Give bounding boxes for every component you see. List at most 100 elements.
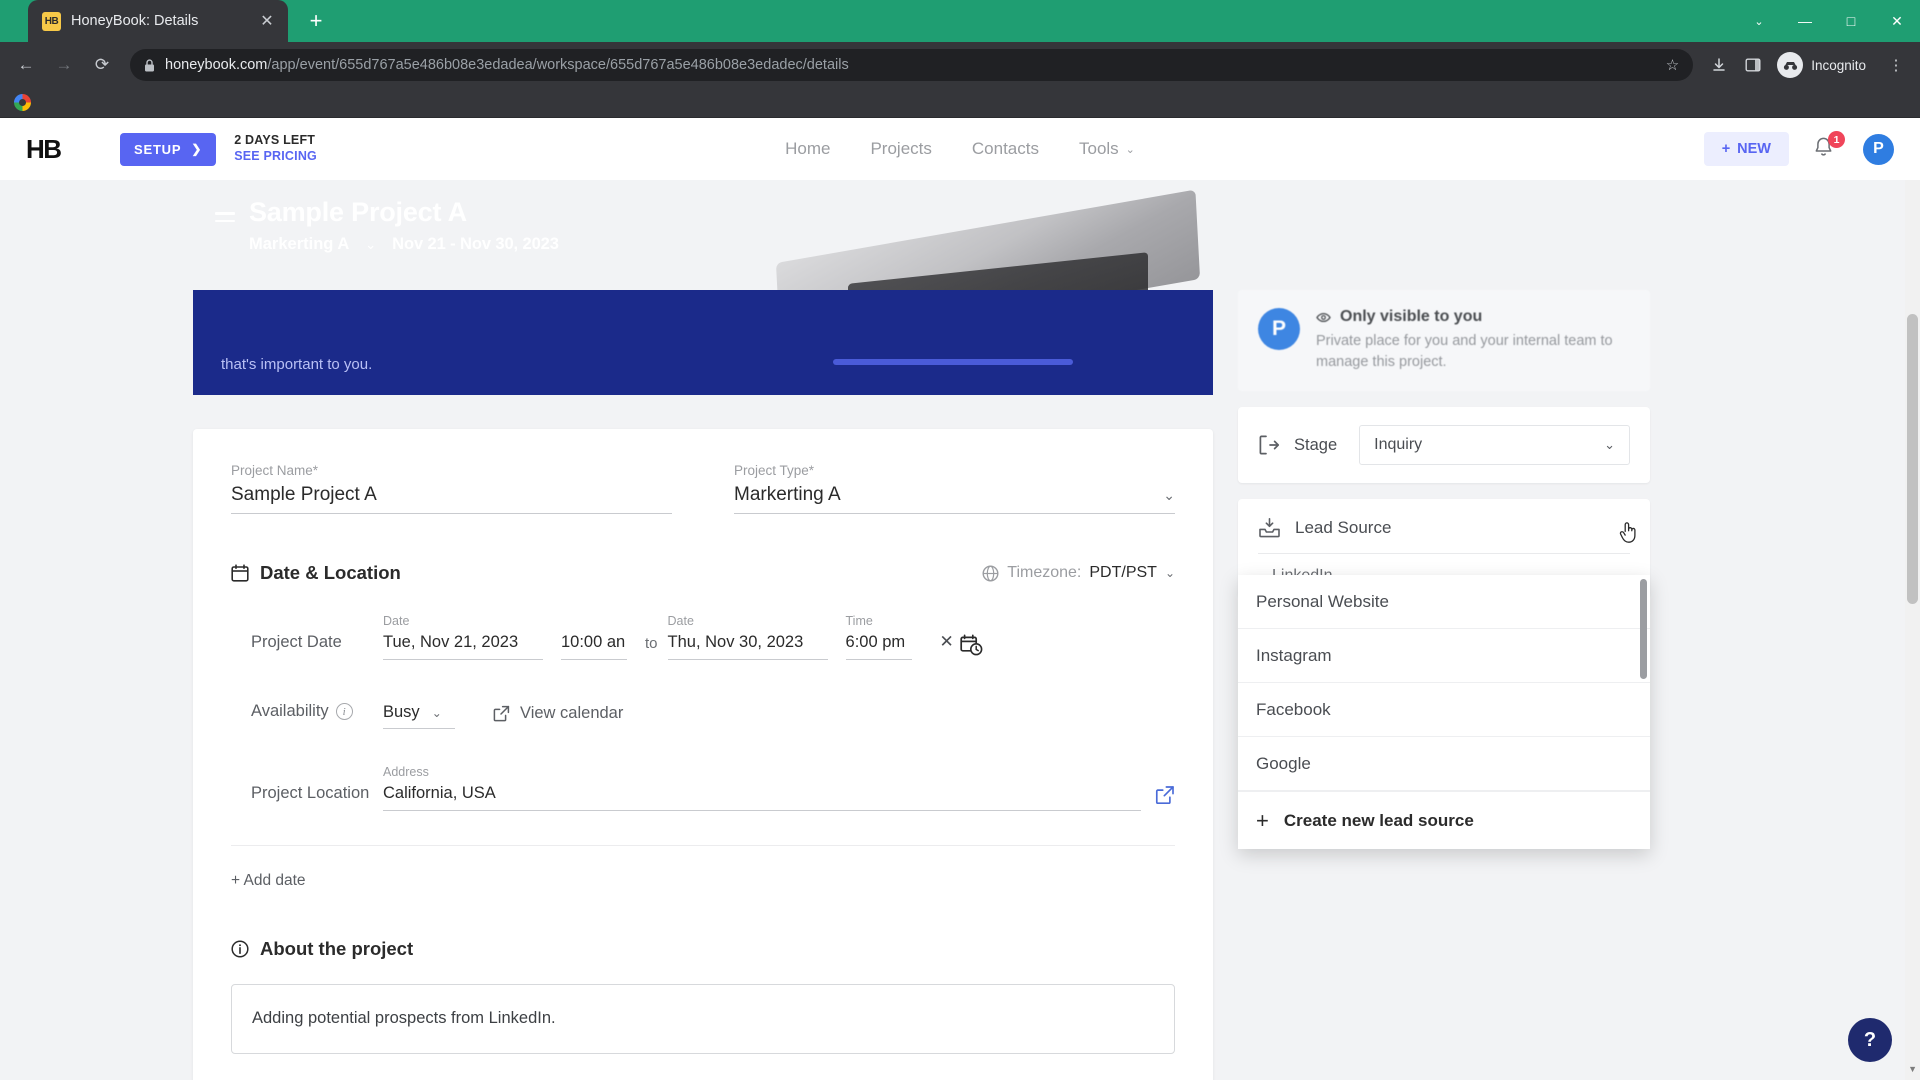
- end-time-label: Time: [845, 614, 873, 628]
- nav-item-projects[interactable]: Projects: [870, 139, 931, 159]
- end-date-input[interactable]: Thu, Nov 30, 2023: [667, 633, 828, 660]
- side-panel-icon[interactable]: [1737, 49, 1769, 81]
- start-time-group: Time 10:00 an: [561, 614, 627, 660]
- new-tab-button[interactable]: +: [302, 7, 330, 35]
- hamburger-icon[interactable]: [215, 196, 235, 222]
- help-button[interactable]: ?: [1848, 1018, 1892, 1062]
- nav-label-contacts: Contacts: [971, 139, 1039, 158]
- tab-search-chevron-icon[interactable]: ⌄: [1736, 0, 1782, 42]
- back-button[interactable]: ←: [8, 47, 44, 83]
- url-path: /app/event/655d767a5e486b08e3edadea/work…: [267, 57, 849, 73]
- add-date-button[interactable]: + Add date: [231, 845, 1175, 890]
- project-name-input[interactable]: Sample Project A: [231, 484, 672, 514]
- end-time-input[interactable]: 6:00 pm: [845, 633, 912, 660]
- info-icon: [231, 940, 249, 958]
- end-date-group: Date Thu, Nov 30, 2023: [667, 614, 828, 660]
- dropdown-option-google[interactable]: Google: [1238, 737, 1650, 792]
- user-avatar[interactable]: P: [1863, 133, 1894, 165]
- google-icon[interactable]: [14, 94, 31, 111]
- start-date-group: Date Tue, Nov 21, 2023: [383, 614, 543, 660]
- main-column: that's important to you. Project Name* S…: [193, 290, 1213, 1080]
- chevron-right-icon: ❯: [191, 142, 203, 156]
- banner-content: Sample Project A Markerting A ⌄ Nov 21 -…: [193, 172, 1358, 254]
- close-window-button[interactable]: ✕: [1874, 0, 1920, 42]
- clear-date-icon[interactable]: ✕: [930, 632, 960, 660]
- banner-project-type[interactable]: Markerting A: [249, 235, 349, 254]
- honeybook-logo[interactable]: HB: [26, 134, 82, 165]
- date-location-title-text: Date & Location: [260, 562, 401, 583]
- nav-label-projects: Projects: [870, 139, 932, 158]
- promo-strip-text: that's important to you.: [221, 356, 373, 373]
- new-button[interactable]: + NEW: [1703, 132, 1789, 166]
- download-icon[interactable]: [1703, 49, 1735, 81]
- privacy-notice-body: Private place for you and your internal …: [1316, 333, 1613, 371]
- browser-tab[interactable]: HB HoneyBook: Details ✕: [28, 0, 288, 42]
- view-calendar-link[interactable]: View calendar: [493, 704, 623, 729]
- notifications-button[interactable]: 1: [1813, 131, 1845, 162]
- dropdown-option-personal-website[interactable]: Personal Website: [1238, 575, 1650, 630]
- banner-subtitle: Markerting A ⌄ Nov 21 - Nov 30, 2023: [249, 235, 559, 254]
- calendar-repeat-icon[interactable]: [960, 634, 983, 660]
- nav-label-home: Home: [785, 139, 831, 158]
- address-input[interactable]: California, USA: [383, 784, 1141, 811]
- bookmark-bar: [0, 88, 1920, 118]
- availability-label: Availability i: [251, 702, 383, 729]
- nav-item-contacts[interactable]: Contacts: [972, 139, 1039, 159]
- sidebar-column: P Only visible to you Private place for …: [1238, 290, 1650, 850]
- address-bar[interactable]: honeybook.com/app/event/655d767a5e486b08…: [130, 49, 1694, 81]
- chevron-down-icon[interactable]: ⌄: [365, 237, 376, 253]
- header-actions: + NEW 1 P: [1703, 131, 1894, 166]
- project-date-label: Project Date: [251, 633, 342, 651]
- minimize-button[interactable]: —: [1782, 0, 1828, 42]
- setup-button[interactable]: SETUP ❯: [120, 132, 217, 166]
- tab-favicon-icon: HB: [42, 11, 61, 31]
- project-name-field: Project Name* Sample Project A: [231, 463, 672, 514]
- window-controls: ⌄ — □ ✕: [1736, 0, 1920, 42]
- privacy-notice-title-text: Only visible to you: [1340, 308, 1483, 325]
- dropdown-scrollbar[interactable]: [1640, 579, 1647, 680]
- trial-status: 2 DAYS LEFT SEE PRICING: [234, 133, 317, 164]
- see-pricing-link[interactable]: SEE PRICING: [234, 149, 317, 165]
- timezone-selector[interactable]: Timezone: PDT/PST ⌄: [982, 564, 1175, 582]
- info-icon[interactable]: i: [335, 703, 353, 721]
- incognito-indicator[interactable]: Incognito: [1771, 48, 1878, 82]
- maximize-button[interactable]: □: [1828, 0, 1874, 42]
- browser-menu-icon[interactable]: ⋮: [1880, 49, 1912, 81]
- incognito-icon: [1777, 52, 1804, 78]
- promo-strip-button[interactable]: [833, 359, 1073, 365]
- main-nav: Home Projects Contacts Tools ⌄: [785, 139, 1135, 159]
- privacy-notice-title: Only visible to you: [1316, 308, 1630, 326]
- nav-item-tools[interactable]: Tools ⌄: [1079, 139, 1135, 159]
- new-button-label: NEW: [1737, 141, 1771, 157]
- stage-value: Inquiry: [1374, 436, 1423, 454]
- page-scrollbar[interactable]: ▲ ▼: [1905, 118, 1920, 1080]
- open-map-icon[interactable]: [1155, 785, 1175, 811]
- tab-close-icon[interactable]: ✕: [256, 10, 278, 32]
- start-time-input[interactable]: 10:00 an: [561, 633, 627, 660]
- about-project-header: About the project: [231, 938, 1175, 960]
- promo-strip: that's important to you.: [193, 290, 1213, 395]
- chevron-down-icon: ⌄: [431, 705, 442, 720]
- privacy-notice-card: P Only visible to you Private place for …: [1238, 290, 1650, 392]
- start-date-input[interactable]: Tue, Nov 21, 2023: [383, 633, 543, 660]
- about-project-textarea[interactable]: Adding potential prospects from LinkedIn…: [231, 984, 1175, 1054]
- dropdown-option-instagram[interactable]: Instagram: [1238, 629, 1650, 684]
- lead-source-options-list: Personal Website Instagram Facebook Goog…: [1238, 575, 1650, 792]
- url-domain: honeybook.com: [165, 57, 268, 73]
- option-label: Instagram: [1256, 645, 1332, 665]
- stage-select[interactable]: Inquiry ⌄: [1359, 425, 1630, 466]
- avatar: P: [1258, 308, 1300, 350]
- project-type-select[interactable]: Markerting A ⌄: [734, 484, 1175, 514]
- page-scrollbar-thumb[interactable]: [1907, 314, 1918, 604]
- date-location-header: Date & Location Timezone: PDT/PST ⌄: [231, 562, 1175, 584]
- plus-icon: +: [1721, 141, 1731, 157]
- reload-button[interactable]: ⟳: [84, 47, 120, 83]
- scroll-down-arrow-icon[interactable]: ▼: [1908, 1064, 1917, 1074]
- bookmark-star-icon[interactable]: ☆: [1666, 56, 1679, 74]
- lead-source-icon: [1258, 517, 1281, 539]
- create-new-lead-source-button[interactable]: + Create new lead source: [1238, 791, 1650, 849]
- dropdown-option-facebook[interactable]: Facebook: [1238, 683, 1650, 738]
- availability-select[interactable]: Busy ⌄: [383, 703, 455, 729]
- nav-item-home[interactable]: Home: [785, 139, 830, 159]
- forward-button[interactable]: →: [46, 47, 82, 83]
